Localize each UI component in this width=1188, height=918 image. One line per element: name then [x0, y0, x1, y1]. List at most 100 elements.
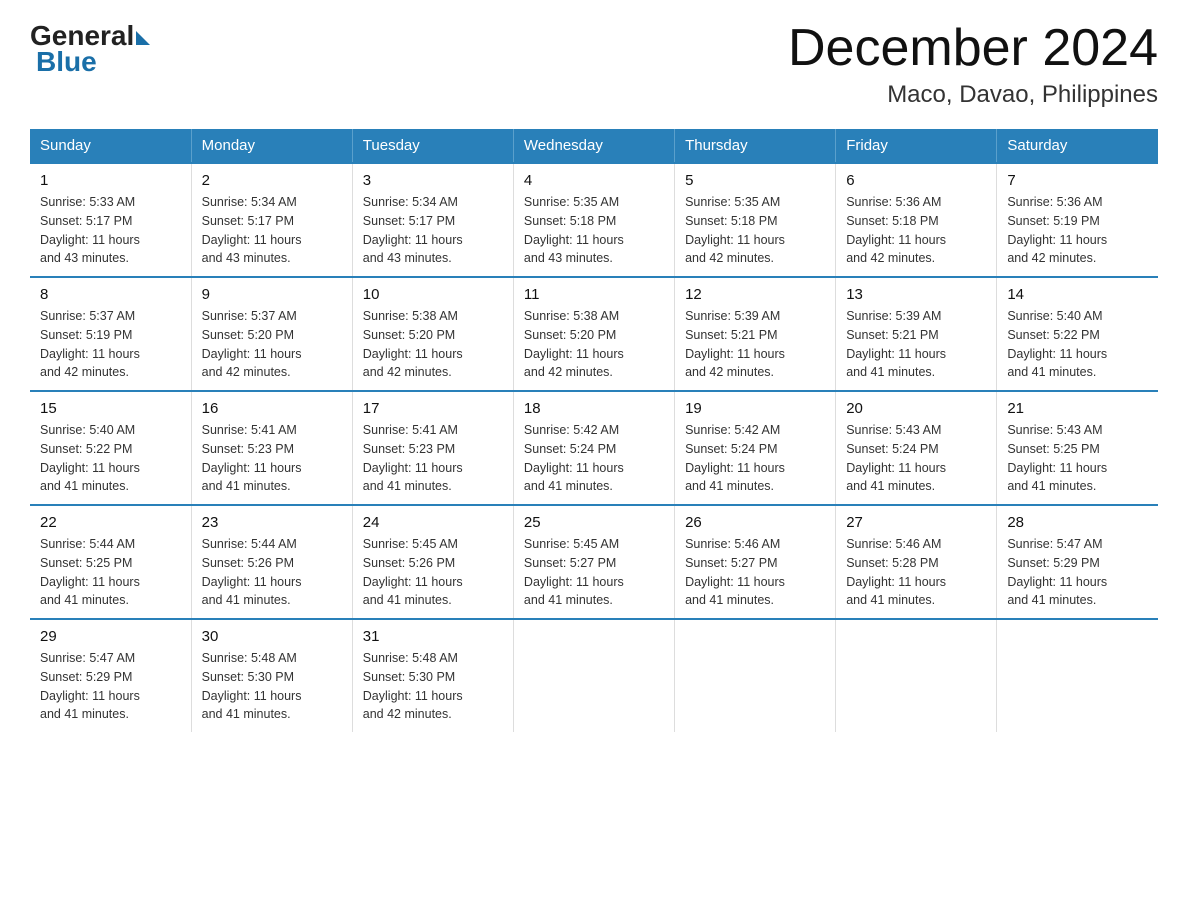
calendar-week-row: 8 Sunrise: 5:37 AMSunset: 5:19 PMDayligh…: [30, 277, 1158, 391]
calendar-cell: 14 Sunrise: 5:40 AMSunset: 5:22 PMDaylig…: [997, 277, 1158, 391]
day-info: Sunrise: 5:44 AMSunset: 5:26 PMDaylight:…: [202, 535, 342, 610]
day-info: Sunrise: 5:35 AMSunset: 5:18 PMDaylight:…: [524, 193, 664, 268]
calendar-week-row: 1 Sunrise: 5:33 AMSunset: 5:17 PMDayligh…: [30, 163, 1158, 277]
calendar-cell: 1 Sunrise: 5:33 AMSunset: 5:17 PMDayligh…: [30, 163, 191, 277]
day-number: 18: [524, 400, 664, 417]
day-info: Sunrise: 5:37 AMSunset: 5:19 PMDaylight:…: [40, 307, 181, 382]
day-number: 29: [40, 628, 181, 645]
page-subtitle: Maco, Davao, Philippines: [788, 81, 1158, 109]
day-number: 4: [524, 172, 664, 189]
header-friday: Friday: [836, 129, 997, 163]
day-info: Sunrise: 5:48 AMSunset: 5:30 PMDaylight:…: [202, 649, 342, 724]
calendar-cell: 16 Sunrise: 5:41 AMSunset: 5:23 PMDaylig…: [191, 391, 352, 505]
calendar-cell: 6 Sunrise: 5:36 AMSunset: 5:18 PMDayligh…: [836, 163, 997, 277]
day-number: 30: [202, 628, 342, 645]
day-number: 23: [202, 514, 342, 531]
day-info: Sunrise: 5:37 AMSunset: 5:20 PMDaylight:…: [202, 307, 342, 382]
calendar-cell: 11 Sunrise: 5:38 AMSunset: 5:20 PMDaylig…: [513, 277, 674, 391]
calendar-cell: 20 Sunrise: 5:43 AMSunset: 5:24 PMDaylig…: [836, 391, 997, 505]
day-number: 15: [40, 400, 181, 417]
day-number: 3: [363, 172, 503, 189]
calendar-cell: 8 Sunrise: 5:37 AMSunset: 5:19 PMDayligh…: [30, 277, 191, 391]
day-info: Sunrise: 5:36 AMSunset: 5:18 PMDaylight:…: [846, 193, 986, 268]
calendar-cell: 4 Sunrise: 5:35 AMSunset: 5:18 PMDayligh…: [513, 163, 674, 277]
calendar-cell: 10 Sunrise: 5:38 AMSunset: 5:20 PMDaylig…: [352, 277, 513, 391]
calendar-cell: 12 Sunrise: 5:39 AMSunset: 5:21 PMDaylig…: [675, 277, 836, 391]
day-info: Sunrise: 5:35 AMSunset: 5:18 PMDaylight:…: [685, 193, 825, 268]
calendar-cell: [675, 619, 836, 732]
day-info: Sunrise: 5:47 AMSunset: 5:29 PMDaylight:…: [40, 649, 181, 724]
day-number: 22: [40, 514, 181, 531]
day-number: 31: [363, 628, 503, 645]
day-info: Sunrise: 5:33 AMSunset: 5:17 PMDaylight:…: [40, 193, 181, 268]
calendar-cell: 24 Sunrise: 5:45 AMSunset: 5:26 PMDaylig…: [352, 505, 513, 619]
day-number: 11: [524, 286, 664, 303]
calendar-cell: 27 Sunrise: 5:46 AMSunset: 5:28 PMDaylig…: [836, 505, 997, 619]
calendar-cell: 9 Sunrise: 5:37 AMSunset: 5:20 PMDayligh…: [191, 277, 352, 391]
calendar-cell: 25 Sunrise: 5:45 AMSunset: 5:27 PMDaylig…: [513, 505, 674, 619]
day-info: Sunrise: 5:45 AMSunset: 5:27 PMDaylight:…: [524, 535, 664, 610]
day-number: 9: [202, 286, 342, 303]
day-number: 26: [685, 514, 825, 531]
day-number: 27: [846, 514, 986, 531]
day-info: Sunrise: 5:43 AMSunset: 5:24 PMDaylight:…: [846, 421, 986, 496]
page-header: General Blue December 2024 Maco, Davao, …: [30, 20, 1158, 109]
calendar-cell: [997, 619, 1158, 732]
day-number: 6: [846, 172, 986, 189]
header-monday: Monday: [191, 129, 352, 163]
calendar-cell: 26 Sunrise: 5:46 AMSunset: 5:27 PMDaylig…: [675, 505, 836, 619]
day-number: 21: [1007, 400, 1148, 417]
calendar-cell: 19 Sunrise: 5:42 AMSunset: 5:24 PMDaylig…: [675, 391, 836, 505]
day-number: 8: [40, 286, 181, 303]
day-info: Sunrise: 5:34 AMSunset: 5:17 PMDaylight:…: [363, 193, 503, 268]
calendar-cell: 21 Sunrise: 5:43 AMSunset: 5:25 PMDaylig…: [997, 391, 1158, 505]
day-info: Sunrise: 5:43 AMSunset: 5:25 PMDaylight:…: [1007, 421, 1148, 496]
header-sunday: Sunday: [30, 129, 191, 163]
calendar-cell: 18 Sunrise: 5:42 AMSunset: 5:24 PMDaylig…: [513, 391, 674, 505]
day-number: 13: [846, 286, 986, 303]
calendar-cell: 7 Sunrise: 5:36 AMSunset: 5:19 PMDayligh…: [997, 163, 1158, 277]
calendar-cell: 23 Sunrise: 5:44 AMSunset: 5:26 PMDaylig…: [191, 505, 352, 619]
calendar-cell: 15 Sunrise: 5:40 AMSunset: 5:22 PMDaylig…: [30, 391, 191, 505]
calendar-week-row: 15 Sunrise: 5:40 AMSunset: 5:22 PMDaylig…: [30, 391, 1158, 505]
calendar-week-row: 29 Sunrise: 5:47 AMSunset: 5:29 PMDaylig…: [30, 619, 1158, 732]
calendar-cell: 29 Sunrise: 5:47 AMSunset: 5:29 PMDaylig…: [30, 619, 191, 732]
calendar-week-row: 22 Sunrise: 5:44 AMSunset: 5:25 PMDaylig…: [30, 505, 1158, 619]
page-title: December 2024: [788, 20, 1158, 77]
day-info: Sunrise: 5:40 AMSunset: 5:22 PMDaylight:…: [1007, 307, 1148, 382]
calendar-cell: [836, 619, 997, 732]
day-number: 1: [40, 172, 181, 189]
header-saturday: Saturday: [997, 129, 1158, 163]
calendar-cell: 17 Sunrise: 5:41 AMSunset: 5:23 PMDaylig…: [352, 391, 513, 505]
calendar-cell: 31 Sunrise: 5:48 AMSunset: 5:30 PMDaylig…: [352, 619, 513, 732]
day-info: Sunrise: 5:39 AMSunset: 5:21 PMDaylight:…: [846, 307, 986, 382]
day-number: 14: [1007, 286, 1148, 303]
day-info: Sunrise: 5:46 AMSunset: 5:28 PMDaylight:…: [846, 535, 986, 610]
calendar-cell: 2 Sunrise: 5:34 AMSunset: 5:17 PMDayligh…: [191, 163, 352, 277]
day-info: Sunrise: 5:36 AMSunset: 5:19 PMDaylight:…: [1007, 193, 1148, 268]
calendar-cell: 30 Sunrise: 5:48 AMSunset: 5:30 PMDaylig…: [191, 619, 352, 732]
logo-blue-text: Blue: [36, 46, 97, 78]
day-info: Sunrise: 5:40 AMSunset: 5:22 PMDaylight:…: [40, 421, 181, 496]
day-number: 19: [685, 400, 825, 417]
day-number: 24: [363, 514, 503, 531]
day-number: 17: [363, 400, 503, 417]
calendar-header-row: SundayMondayTuesdayWednesdayThursdayFrid…: [30, 129, 1158, 163]
logo-arrow-icon: [136, 31, 150, 45]
header-tuesday: Tuesday: [352, 129, 513, 163]
day-info: Sunrise: 5:44 AMSunset: 5:25 PMDaylight:…: [40, 535, 181, 610]
day-info: Sunrise: 5:47 AMSunset: 5:29 PMDaylight:…: [1007, 535, 1148, 610]
day-info: Sunrise: 5:38 AMSunset: 5:20 PMDaylight:…: [363, 307, 503, 382]
day-number: 5: [685, 172, 825, 189]
day-number: 28: [1007, 514, 1148, 531]
calendar-cell: 13 Sunrise: 5:39 AMSunset: 5:21 PMDaylig…: [836, 277, 997, 391]
calendar-cell: [513, 619, 674, 732]
day-info: Sunrise: 5:38 AMSunset: 5:20 PMDaylight:…: [524, 307, 664, 382]
day-number: 16: [202, 400, 342, 417]
day-number: 2: [202, 172, 342, 189]
calendar-table: SundayMondayTuesdayWednesdayThursdayFrid…: [30, 129, 1158, 732]
calendar-cell: 5 Sunrise: 5:35 AMSunset: 5:18 PMDayligh…: [675, 163, 836, 277]
day-number: 25: [524, 514, 664, 531]
title-section: December 2024 Maco, Davao, Philippines: [788, 20, 1158, 109]
day-number: 20: [846, 400, 986, 417]
